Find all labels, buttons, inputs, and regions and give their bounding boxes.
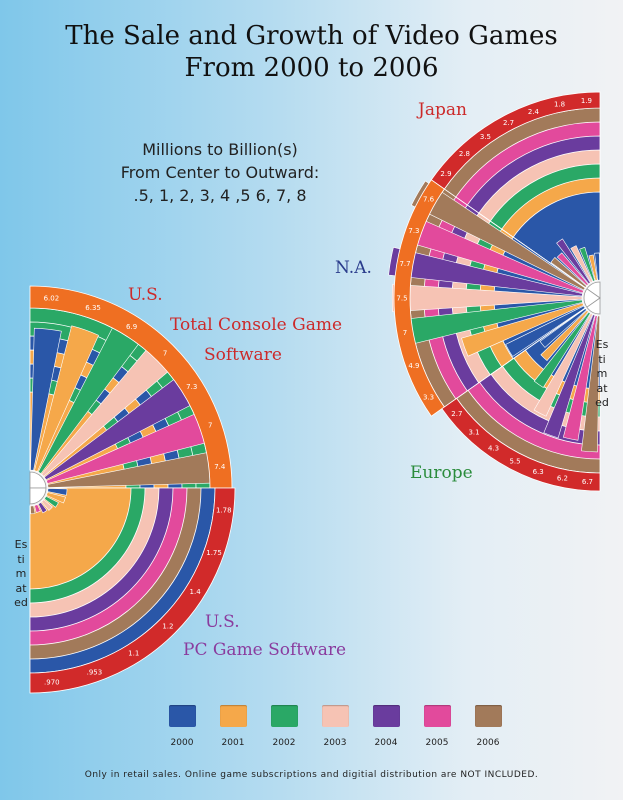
us-console-label: U.S. bbox=[128, 285, 163, 305]
estimated-label-right: Estimated bbox=[595, 338, 609, 409]
value-label-2003: 2.7 bbox=[503, 119, 514, 127]
legend-swatch bbox=[270, 705, 298, 727]
value-label-2000: 6.02 bbox=[44, 295, 60, 303]
value-label-2005: 6.2 bbox=[557, 475, 568, 483]
legend-item-2005: 2005 bbox=[419, 705, 455, 748]
value-label-2002: 4.3 bbox=[488, 445, 499, 453]
legend-swatch bbox=[219, 705, 247, 727]
legend-item-2006: 2006 bbox=[470, 705, 506, 748]
value-label-2003: 1.2 bbox=[162, 622, 173, 630]
value-label-2004: 6.3 bbox=[533, 468, 544, 476]
us-pc-label: U.S. bbox=[205, 612, 240, 632]
legend-swatch bbox=[321, 705, 349, 727]
value-label-2001: 3.1 bbox=[468, 429, 479, 437]
europe-label: Europe bbox=[410, 463, 473, 483]
value-label-2005: 7 bbox=[208, 421, 212, 429]
value-label-2005: 2.8 bbox=[459, 150, 470, 158]
value-label-2004: 3.5 bbox=[480, 133, 491, 141]
legend-swatch bbox=[372, 705, 400, 727]
legend-item-2004: 2004 bbox=[368, 705, 404, 748]
console-label-line-1: Total Console Game bbox=[170, 315, 343, 335]
legend: 2000 2001 2002 2003 2004 2005 2006 bbox=[164, 705, 504, 755]
legend-year-label: 2000 bbox=[170, 738, 194, 748]
value-label-2005: 7.3 bbox=[408, 227, 419, 235]
value-label-2003: 7 bbox=[163, 349, 167, 357]
legend-year-label: 2003 bbox=[323, 738, 347, 748]
legend-swatch bbox=[423, 705, 451, 727]
value-label-2004: 7.7 bbox=[399, 260, 410, 268]
value-label-2003: 7.5 bbox=[396, 295, 407, 303]
value-label-2006: .970 bbox=[44, 678, 60, 686]
value-label-2002: 6.9 bbox=[126, 323, 137, 331]
value-label-2000: 2.7 bbox=[451, 410, 462, 418]
us-pc-dial: 1.78 1.75 1.4 1.2 1.1 .953 .970 bbox=[29, 487, 236, 694]
value-label-2004: 1.1 bbox=[128, 650, 139, 658]
estimated-label-left: Estimated bbox=[14, 538, 28, 609]
legend-year-label: 2005 bbox=[425, 738, 449, 748]
na-label: N.A. bbox=[335, 258, 372, 278]
value-label-2005: .953 bbox=[87, 669, 103, 677]
footnote: Only in retail sales. Online game subscr… bbox=[84, 770, 539, 780]
value-label-2002: 7 bbox=[403, 329, 407, 337]
value-label-2003: 5.5 bbox=[509, 458, 520, 466]
value-label-2000: 1.9 bbox=[581, 97, 592, 105]
value-label-2001: 6.35 bbox=[85, 304, 101, 312]
radial-chart-canvas: 6.02 6.35 6.9 7 7.3 7 7.4 1.78 1.75 1.4 1.2 1.1 .953… bbox=[29, 91, 601, 694]
value-label-2002: 1.4 bbox=[190, 588, 202, 596]
legend-item-2003: 2003 bbox=[317, 705, 353, 748]
japan-label: Japan bbox=[418, 100, 467, 120]
value-label-2000: 3.3 bbox=[423, 394, 434, 402]
legend-swatch bbox=[168, 705, 196, 727]
value-label-2006: 2.9 bbox=[440, 170, 451, 178]
value-label-2006: 7.6 bbox=[423, 196, 435, 204]
value-label-2006: 6.7 bbox=[582, 478, 593, 486]
legend-item-2000: 2000 bbox=[164, 705, 200, 748]
legend-item-2002: 2002 bbox=[266, 705, 302, 748]
value-label-2002: 2.4 bbox=[528, 108, 540, 116]
pc-label: PC Game Software bbox=[183, 640, 347, 660]
legend-year-label: 2004 bbox=[374, 738, 398, 748]
legend-year-label: 2006 bbox=[476, 738, 500, 748]
legend-year-label: 2001 bbox=[221, 738, 245, 748]
console-label-line-2: Software bbox=[204, 345, 282, 365]
value-label-2001: 1.75 bbox=[206, 549, 222, 557]
value-label-2001: 4.9 bbox=[408, 362, 419, 370]
value-label-2004: 7.3 bbox=[186, 383, 197, 391]
value-label-2000: 1.78 bbox=[216, 506, 232, 514]
legend-year-label: 2002 bbox=[272, 738, 296, 748]
legend-swatch bbox=[474, 705, 502, 727]
value-label-2001: 1.8 bbox=[554, 101, 565, 109]
legend-item-2001: 2001 bbox=[215, 705, 251, 748]
value-label-2006: 7.4 bbox=[214, 463, 226, 471]
